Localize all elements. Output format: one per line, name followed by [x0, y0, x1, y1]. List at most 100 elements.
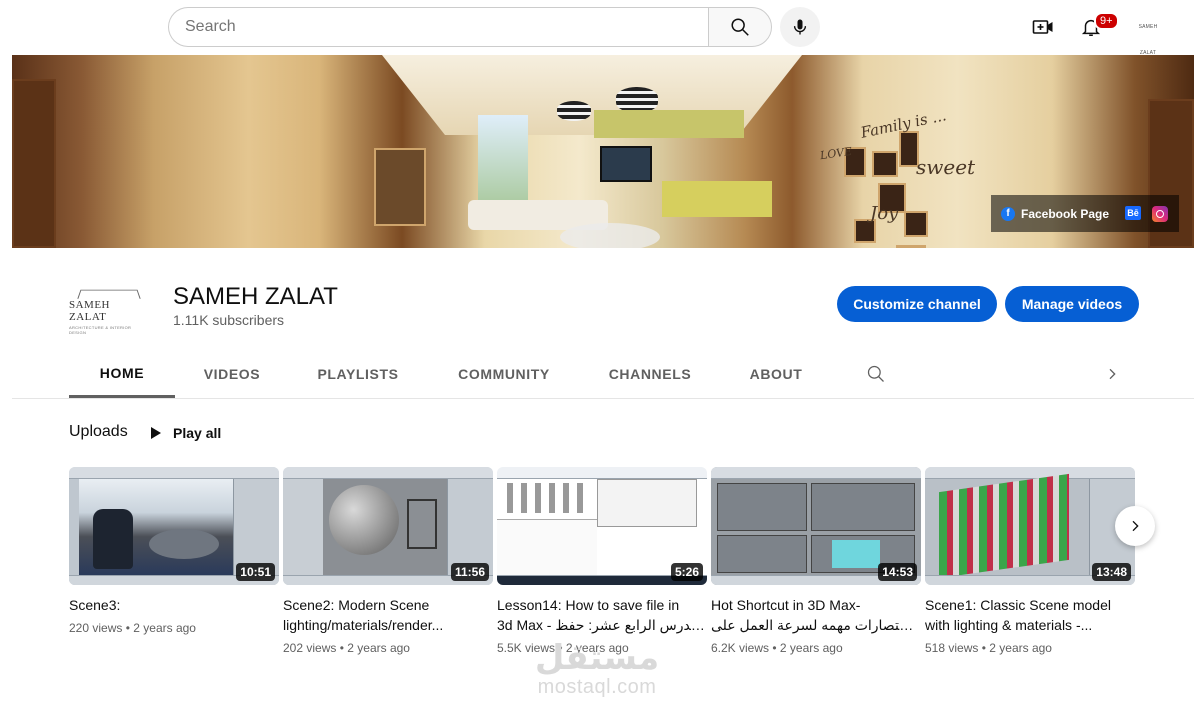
tab-videos[interactable]: VIDEOS: [188, 350, 276, 398]
chevron-right-icon: [1132, 520, 1139, 532]
video-views: 220 views: [69, 621, 123, 635]
video-duration: 11:56: [450, 563, 489, 581]
search-icon: [867, 365, 884, 382]
thumb-model-shape: [939, 473, 1069, 579]
thumb-chair-shape: [93, 509, 133, 569]
microphone-icon: [793, 19, 807, 35]
thumb-viewport: [925, 473, 1089, 579]
account-avatar[interactable]: SAMEH ZALAT: [1130, 14, 1166, 56]
video-card[interactable]: 14:53 Hot Shortcut in 3D Max- اختصارات م…: [711, 467, 921, 655]
video-card[interactable]: 13:48 Scene1: Classic Scene model with l…: [925, 467, 1135, 655]
banner-table: [560, 223, 660, 248]
thumb-table-shape: [407, 499, 437, 549]
video-thumbnail[interactable]: 14:53: [711, 467, 921, 585]
video-age: 2 years ago: [347, 641, 410, 655]
chevron-right-icon: [1109, 368, 1116, 380]
banner-shelf: [594, 110, 744, 138]
search-button[interactable]: [708, 7, 772, 47]
facebook-link[interactable]: Facebook Page: [1021, 207, 1109, 221]
behance-icon[interactable]: Bē: [1125, 206, 1141, 220]
video-duration: 10:51: [236, 563, 275, 581]
search-icon: [731, 18, 749, 36]
video-age: 2 years ago: [779, 641, 843, 655]
manage-videos-button[interactable]: Manage videos: [1005, 286, 1139, 322]
play-all-button[interactable]: Play all: [147, 420, 221, 446]
subscriber-count: 1.11K subscribers: [173, 312, 285, 328]
video-duration: 5:26: [670, 563, 703, 581]
create-button[interactable]: [1026, 10, 1060, 44]
thumb-viewport-front: [811, 483, 915, 531]
tab-playlists[interactable]: PLAYLISTS: [308, 350, 408, 398]
tabs-scroll-right-button[interactable]: [1100, 362, 1124, 386]
video-meta: 518 views • 2 years ago: [925, 641, 1135, 655]
video-views: 6.2K views: [711, 641, 770, 655]
thumb-toolbar: [497, 467, 707, 479]
meta-dot: •: [772, 641, 780, 655]
search-input[interactable]: [169, 8, 709, 46]
banner-frame: [374, 148, 426, 226]
tab-channels[interactable]: CHANNELS: [596, 350, 704, 398]
facebook-icon[interactable]: f: [1001, 206, 1015, 221]
thumb-viewport-top: [717, 483, 807, 531]
video-title[interactable]: Hot Shortcut in 3D Max- اختصارات مهمه لس…: [711, 595, 921, 635]
video-meta: 220 views • 2 years ago: [69, 621, 279, 635]
video-age: 2 years ago: [989, 641, 1052, 655]
video-duration: 13:48: [1092, 563, 1131, 581]
banner-cabinet: [662, 181, 772, 217]
video-meta: 202 views • 2 years ago: [283, 641, 493, 655]
thumb-viewport-left: [717, 535, 807, 573]
video-thumbnail[interactable]: 5:26: [497, 467, 707, 585]
video-views: 202 views: [283, 641, 337, 655]
thumb-sphere-shape: [329, 485, 399, 555]
channel-logo-subtext: ARCHITECTURE & INTERIOR DESIGN: [69, 325, 132, 335]
thumb-left-panel: [69, 479, 79, 585]
banner-tv: [600, 146, 652, 182]
thumb-dialog-window: [597, 479, 697, 527]
video-duration: 14:53: [878, 563, 917, 581]
video-thumbnail[interactable]: 13:48: [925, 467, 1135, 585]
thumb-table-shape: [149, 529, 219, 559]
channel-search-button[interactable]: [864, 362, 888, 386]
channel-name: SAMEH ZALAT: [173, 283, 338, 310]
video-meta: 6.2K views • 2 years ago: [711, 641, 921, 655]
thumb-box-shape: [832, 540, 880, 568]
customize-channel-button[interactable]: Customize channel: [837, 286, 997, 322]
banner-frame: [872, 151, 898, 177]
thumb-left-panel: [283, 479, 323, 585]
banner-lamp: [557, 101, 591, 121]
watermark-arabic: مستقل: [534, 638, 660, 678]
thumb-toolbar: [283, 467, 493, 479]
banner-wall-text: sweet: [916, 155, 976, 179]
video-thumbnail[interactable]: 10:51: [69, 467, 279, 585]
channel-tabs: HOME VIDEOS PLAYLISTS COMMUNITY CHANNELS…: [12, 350, 1194, 399]
video-card[interactable]: 5:26 Lesson14: How to save file in 3d Ma…: [497, 467, 707, 655]
channel-logo-text: SAMEH ZALAT: [69, 299, 111, 323]
search-box[interactable]: [168, 7, 709, 47]
video-thumbnail[interactable]: 11:56: [283, 467, 493, 585]
watermark: مستقل mostaql.com: [522, 640, 672, 698]
video-age: 2 years ago: [133, 621, 196, 635]
video-title[interactable]: Scene1: Classic Scene model with lightin…: [925, 595, 1135, 635]
thumb-toolbar: [925, 467, 1135, 479]
video-card[interactable]: 10:51 Scene3: 220 views • 2 years ago: [69, 467, 279, 635]
banner-wall-text: Joy: [870, 203, 899, 224]
voice-search-button[interactable]: [780, 7, 820, 47]
banner-frame: [896, 245, 926, 248]
instagram-icon[interactable]: [1152, 206, 1168, 222]
tab-home[interactable]: HOME: [69, 350, 175, 398]
video-card[interactable]: 11:56 Scene2: Modern Scene lighting/mate…: [283, 467, 493, 655]
banner-links: f Facebook Page Bē: [991, 195, 1179, 232]
video-title[interactable]: Scene2: Modern Scene lighting/materials/…: [283, 595, 493, 635]
thumb-toolbar: [711, 467, 921, 479]
tab-about[interactable]: ABOUT: [736, 350, 816, 398]
video-title[interactable]: Lesson14: How to save file in 3d Max - ا…: [497, 595, 707, 635]
shelf-next-button[interactable]: [1115, 506, 1155, 546]
masthead: 9+ SAMEH ZALAT: [0, 0, 1194, 56]
notification-count-badge: 9+: [1094, 12, 1119, 30]
uploads-section-title[interactable]: Uploads: [69, 423, 128, 441]
banner-frame: [904, 211, 928, 237]
watermark-latin: mostaql.com: [537, 676, 657, 698]
video-add-icon: [1032, 20, 1053, 34]
tab-community[interactable]: COMMUNITY: [444, 350, 564, 398]
thumb-file-grid: [507, 483, 587, 513]
